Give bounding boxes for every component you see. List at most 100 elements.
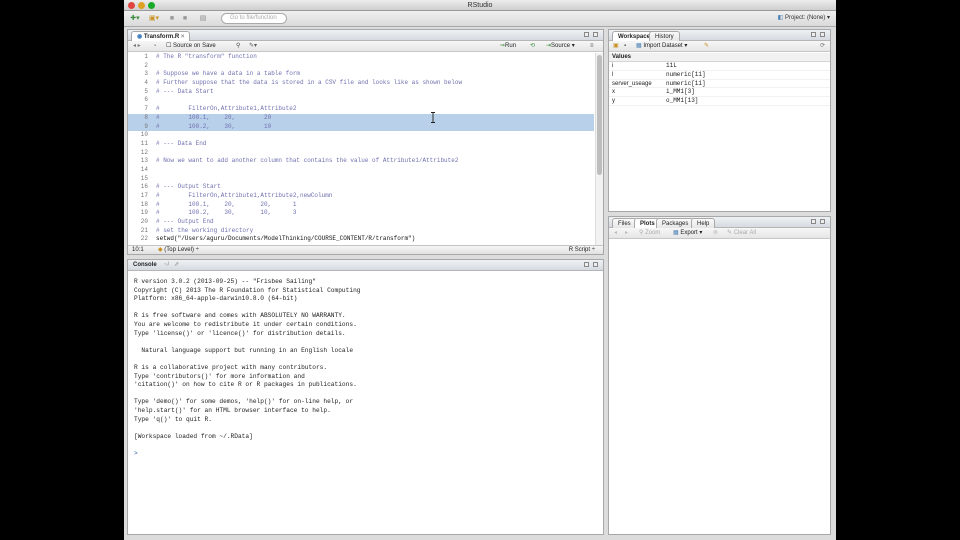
find-icon[interactable]: ⚲ [236, 41, 240, 52]
code-line[interactable]: 7 # FilterOn,Attribute1,Attribute2 [128, 105, 594, 114]
minimize-window-icon[interactable] [138, 2, 145, 9]
tab-help[interactable]: Help [691, 218, 716, 228]
goto-file-input[interactable]: Go to file/function [221, 13, 287, 24]
line-number: 15 [140, 174, 148, 182]
code-line[interactable]: 10 [128, 131, 594, 140]
code-line[interactable]: 2 [128, 62, 594, 71]
code-line[interactable]: 3 # Suppose we have a data in a table for… [128, 70, 594, 79]
code-line[interactable]: 4 # Further suppose that the data is stor… [128, 79, 594, 88]
load-workspace-icon[interactable]: ▣ [613, 41, 619, 52]
new-file-icon[interactable]: ✚▾ [128, 14, 142, 24]
export-button[interactable]: ▦ Export ▾ [673, 228, 702, 239]
editor-save-icon[interactable]: ▪ [154, 41, 156, 52]
code-line[interactable]: 20 # --- Output End [128, 218, 594, 227]
save-workspace-icon[interactable]: ▪ [624, 41, 626, 52]
editor-options-icon[interactable]: ≡ [590, 41, 594, 52]
code-line[interactable]: 8 # 100.1, 20, 20 [128, 113, 594, 123]
code-line[interactable]: 13 # Now we want to add another column th… [128, 157, 594, 166]
remove-plot-icon[interactable]: ⊗ [713, 228, 718, 239]
run-button[interactable]: ⇒Run [500, 41, 516, 52]
save-all-icon[interactable]: ■ [180, 14, 190, 24]
refresh-workspace-icon[interactable]: ⟳ [820, 41, 825, 52]
code-tools-icon[interactable]: ✎▾ [249, 41, 257, 52]
code-text: # 100.1, 20, 20 [156, 113, 272, 121]
line-number: 12 [140, 148, 148, 156]
tab-packages[interactable]: Packages [656, 218, 695, 228]
print-icon[interactable]: ▤ [198, 14, 208, 24]
tab-files[interactable]: Files [612, 218, 637, 228]
editor-toolbar: ◂ ▸ ▪ ☐ Source on Save ⚲ ✎▾ ⇒Run ⟲ ⇥Sour… [128, 41, 603, 52]
close-window-icon[interactable] [128, 2, 135, 9]
line-number: 14 [140, 165, 148, 173]
project-icon: ◧ [777, 15, 785, 21]
tab-history[interactable]: History [649, 31, 680, 41]
plot-forward-icon[interactable]: ▸ [625, 228, 628, 239]
plot-back-icon[interactable]: ◂ [614, 228, 617, 239]
console-output[interactable]: R version 3.0.2 (2013-09-25) -- "Frisbee… [128, 271, 603, 534]
line-number: 9 [144, 122, 148, 130]
code-line[interactable]: 9 # 100.2, 30, 10 [128, 122, 594, 132]
code-line[interactable]: 15 [128, 175, 594, 184]
clear-workspace-icon[interactable]: ✎ [704, 41, 709, 52]
code-line[interactable]: 11 # --- Data End [128, 140, 594, 149]
back-icon[interactable]: ◂ ▸ [133, 41, 141, 52]
editor-scroll-thumb[interactable] [597, 55, 602, 175]
console-line: Type 'q()' to quit R. [134, 415, 212, 423]
workspace-row[interactable]: x i_MM1[3] [609, 88, 830, 98]
code-line[interactable]: 1 # The R "transform" function [128, 53, 594, 62]
code-line[interactable]: 17 # FilterOn,Attribute1,Attribute2,newCo… [128, 192, 594, 201]
project-label: Project: (None) [784, 15, 826, 21]
tab-transform-r[interactable]: ◉ Transform.R × [131, 31, 191, 41]
plots-maximize-icon[interactable] [820, 219, 825, 224]
variable-value: i_MM1[3] [666, 88, 695, 96]
editor-statusbar: 10:1 ◆ (Top Level) ÷ R Script ÷ [128, 245, 603, 254]
code-text: # Suppose we have a data in a table form [156, 70, 301, 78]
workspace-maximize-icon[interactable] [820, 32, 825, 37]
zoom-window-icon[interactable] [148, 2, 155, 9]
zoom-button[interactable]: ⚲ Zoom [639, 228, 660, 239]
line-number: 3 [144, 70, 148, 78]
code-line[interactable]: 21 # set the working directory [128, 227, 594, 236]
code-line[interactable]: 22 setwd("/Users/aguru/Documents/ModelThi… [128, 235, 594, 244]
editor-scrollbar[interactable] [595, 53, 603, 245]
clear-all-button[interactable]: ✎ Clear All [727, 228, 756, 239]
code-line[interactable]: 5 # --- Data Start [128, 88, 594, 97]
code-line[interactable]: 6 [128, 96, 594, 105]
scope-selector[interactable]: ◆ (Top Level) ÷ [158, 246, 199, 254]
workspace-row[interactable]: i 11L [609, 62, 830, 71]
line-number: 10 [140, 131, 148, 139]
source-on-save-checkbox[interactable]: ☐ Source on Save [166, 41, 216, 52]
console-minimize-icon[interactable] [584, 262, 589, 267]
workspace-table: Values i 11L l numeric[11] server_useage nume… [609, 53, 830, 106]
workspace-row[interactable]: server_useage numeric[11] [609, 80, 830, 89]
workspace-row[interactable]: l numeric[11] [609, 71, 830, 80]
cursor-position: 10:1 [132, 247, 144, 253]
import-dataset-button[interactable]: ▦ Import Dataset ▾ [636, 41, 687, 52]
rerun-icon[interactable]: ⟲ [530, 41, 535, 52]
variable-value: 11L [666, 62, 677, 69]
console-path: ~/ [164, 262, 170, 268]
maximize-pane-icon[interactable] [593, 32, 598, 37]
source-button[interactable]: ⇥Source ▾ [546, 41, 575, 52]
project-menu[interactable]: ◧ Project: (None) ▾ [778, 13, 830, 24]
workspace-pane: Workspace History ▣ ▪ ▦ Import Dataset ▾… [608, 29, 831, 212]
console-line: [Workspace loaded from ~/.RData] [134, 432, 253, 440]
file-type-selector[interactable]: R Script ÷ [569, 246, 595, 254]
save-icon[interactable]: ■ [167, 14, 177, 24]
code-text: # --- Output Start [156, 183, 221, 191]
close-tab-icon[interactable]: × [181, 34, 185, 40]
console-goto-dir-icon[interactable]: ⇗ [174, 260, 179, 271]
workspace-row[interactable]: y o_MM1[13] [609, 97, 830, 106]
code-line[interactable]: 14 [128, 166, 594, 175]
minimize-pane-icon[interactable] [584, 32, 589, 37]
open-project-icon[interactable]: ▣▾ [146, 14, 162, 24]
code-line[interactable]: 16 # --- Output Start [128, 183, 594, 192]
workspace-minimize-icon[interactable] [811, 32, 816, 37]
code-editor[interactable]: 1 # The R "transform" function 2 3 # Suppose… [128, 53, 594, 245]
plots-minimize-icon[interactable] [811, 219, 816, 224]
code-line[interactable]: 12 [128, 149, 594, 158]
code-line[interactable]: 18 # 100.1, 20, 20, 1 [128, 201, 594, 210]
console-maximize-icon[interactable] [593, 262, 598, 267]
code-line[interactable]: 19 # 100.2, 30, 10, 3 [128, 209, 594, 218]
